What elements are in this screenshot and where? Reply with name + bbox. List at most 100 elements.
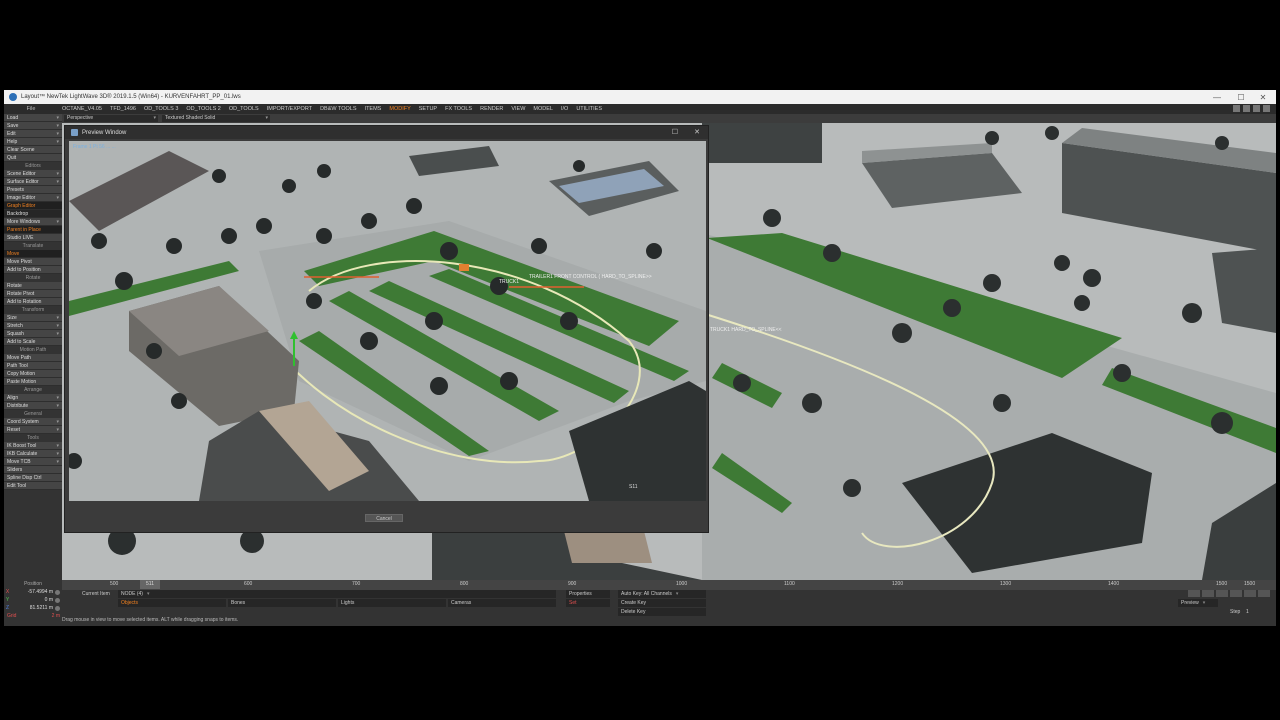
preview-window[interactable]: Preview Window ☐ ✕ S11 TRAILER1 FRONT CO…: [64, 125, 709, 533]
studio-live-button[interactable]: Studio LIVE: [4, 234, 62, 242]
delete-key-button[interactable]: Delete Key: [618, 608, 706, 616]
graph-editor-button[interactable]: Graph Editor: [4, 202, 62, 210]
scene-editor-button[interactable]: Scene Editor: [4, 170, 62, 178]
ik-boost-tool-button[interactable]: IK Boost Tool: [4, 442, 62, 450]
view-mode-select[interactable]: Perspective: [64, 115, 158, 122]
paste-motion-button[interactable]: Paste Motion: [4, 378, 62, 386]
parent-in-place-button[interactable]: Parent in Place: [4, 226, 62, 234]
sliders-button[interactable]: Sliders: [4, 466, 62, 474]
rotate-button[interactable]: Rotate: [4, 282, 62, 290]
minimize-button[interactable]: —: [1206, 90, 1228, 104]
timeline[interactable]: 511 500 600 700 800 900 1000 1100 1200 1300 1400 1…: [62, 580, 1276, 590]
timeline-current-frame[interactable]: 511: [140, 580, 160, 589]
distribute-button[interactable]: Distribute: [4, 402, 62, 410]
preview-close-icon[interactable]: ✕: [694, 128, 700, 136]
path-tool-button[interactable]: Path Tool: [4, 362, 62, 370]
position-z-field[interactable]: 81.5211 m: [11, 604, 55, 612]
squash-button[interactable]: Squash: [4, 330, 62, 338]
position-y-field[interactable]: 0 m: [11, 596, 55, 604]
prev-key-icon[interactable]: [1202, 590, 1214, 597]
preview-select[interactable]: Preview: [1178, 599, 1218, 607]
tab-model[interactable]: MODEL: [529, 104, 557, 114]
more-windows-button[interactable]: More Windows: [4, 218, 62, 226]
preview-maximize-icon[interactable]: ☐: [672, 128, 678, 136]
settings-icon[interactable]: [1233, 105, 1240, 112]
last-frame-icon[interactable]: [1258, 590, 1270, 597]
layout-icon[interactable]: [1243, 105, 1250, 112]
tab-i-o[interactable]: I/O: [557, 104, 572, 114]
ikb-calculate-button[interactable]: IKB Calculate: [4, 450, 62, 458]
x-lock-icon[interactable]: [55, 589, 60, 595]
bones-button[interactable]: Bones: [228, 599, 336, 607]
load-button[interactable]: Load: [4, 114, 62, 122]
tab-view[interactable]: VIEW: [507, 104, 529, 114]
tab-setup[interactable]: SETUP: [415, 104, 441, 114]
tab-import-export[interactable]: IMPORT/EXPORT: [263, 104, 316, 114]
move-pivot-button[interactable]: Move Pivot: [4, 258, 62, 266]
edit-button[interactable]: Edit: [4, 130, 62, 138]
size-button[interactable]: Size: [4, 314, 62, 322]
image-editor-button[interactable]: Image Editor: [4, 194, 62, 202]
help-button[interactable]: Help: [4, 138, 62, 146]
tab-utilities[interactable]: UTILITIES: [572, 104, 606, 114]
clear-scene-button[interactable]: Clear Scene: [4, 146, 62, 154]
set-button[interactable]: Set: [566, 599, 610, 607]
surface-editor-button[interactable]: Surface Editor: [4, 178, 62, 186]
rotate-pivot-button[interactable]: Rotate Pivot: [4, 290, 62, 298]
backdrop-button[interactable]: Backdrop: [4, 210, 62, 218]
auto-key-select[interactable]: Auto Key: All Channels: [618, 590, 706, 598]
move-button[interactable]: Move: [4, 250, 62, 258]
rotate-section-header: Rotate: [4, 274, 62, 282]
cameras-button[interactable]: Cameras: [448, 599, 556, 607]
step-value[interactable]: 1: [1246, 608, 1249, 616]
objects-button[interactable]: Objects: [118, 599, 226, 607]
cancel-button[interactable]: Cancel: [365, 514, 403, 522]
presets-button[interactable]: Presets: [4, 186, 62, 194]
edit-tool-button[interactable]: Edit Tool: [4, 482, 62, 490]
tab-db-w-tools[interactable]: DB&W TOOLS: [316, 104, 360, 114]
move-tcb-button[interactable]: Move TCB: [4, 458, 62, 466]
next-key-icon[interactable]: [1244, 590, 1256, 597]
z-lock-icon[interactable]: [55, 605, 60, 611]
truck-object[interactable]: [459, 264, 469, 271]
coord-system-button[interactable]: Coord System: [4, 418, 62, 426]
copy-motion-button[interactable]: Copy Motion: [4, 370, 62, 378]
shading-mode-select[interactable]: Textured Shaded Solid: [162, 115, 270, 122]
spline-disp-ctrl-button[interactable]: Spline Disp Ctrl: [4, 474, 62, 482]
play-reverse-icon[interactable]: [1216, 590, 1228, 597]
move-path-button[interactable]: Move Path: [4, 354, 62, 362]
lightwave-app-icon: [9, 93, 17, 101]
position-x-field[interactable]: -57.4994 m: [11, 588, 55, 596]
add-to-position-button[interactable]: Add to Position: [4, 266, 62, 274]
tab-od-tools-2[interactable]: OD_TOOLS 2: [182, 104, 224, 114]
reset-button[interactable]: Reset: [4, 426, 62, 434]
create-key-button[interactable]: Create Key: [618, 599, 706, 607]
play-icon[interactable]: [1230, 590, 1242, 597]
properties-button[interactable]: Properties: [566, 590, 610, 598]
grid-value[interactable]: 2 m: [16, 612, 62, 620]
tab-od-tools-3[interactable]: OD_TOOLS 3: [140, 104, 182, 114]
tab-file[interactable]: File: [4, 104, 58, 114]
tab-od-tools[interactable]: OD_TOOLS: [225, 104, 263, 114]
y-lock-icon[interactable]: [55, 597, 60, 603]
close-button[interactable]: ✕: [1252, 90, 1274, 104]
first-frame-icon[interactable]: [1188, 590, 1200, 597]
tab-modify[interactable]: MODIFY: [385, 104, 414, 114]
tab-tfd-1496[interactable]: TFD_1496: [106, 104, 140, 114]
quit-button[interactable]: Quit: [4, 154, 62, 162]
align-button[interactable]: Align: [4, 394, 62, 402]
tab-items[interactable]: ITEMS: [361, 104, 386, 114]
add-to-scale-button[interactable]: Add to Scale: [4, 338, 62, 346]
lights-button[interactable]: Lights: [338, 599, 446, 607]
preview-window-titlebar[interactable]: Preview Window: [65, 126, 708, 139]
save-button[interactable]: Save: [4, 122, 62, 130]
tab-render[interactable]: RENDER: [476, 104, 507, 114]
add-to-rotation-button[interactable]: Add to Rotation: [4, 298, 62, 306]
help-icon[interactable]: [1253, 105, 1260, 112]
maximize-button[interactable]: ☐: [1230, 90, 1252, 104]
tab-octane-v4-05[interactable]: OCTANE_V4.05: [58, 104, 106, 114]
config-icon[interactable]: [1263, 105, 1270, 112]
current-item-select[interactable]: NODE (4): [118, 590, 556, 598]
stretch-button[interactable]: Stretch: [4, 322, 62, 330]
tab-fx-tools[interactable]: FX TOOLS: [441, 104, 476, 114]
